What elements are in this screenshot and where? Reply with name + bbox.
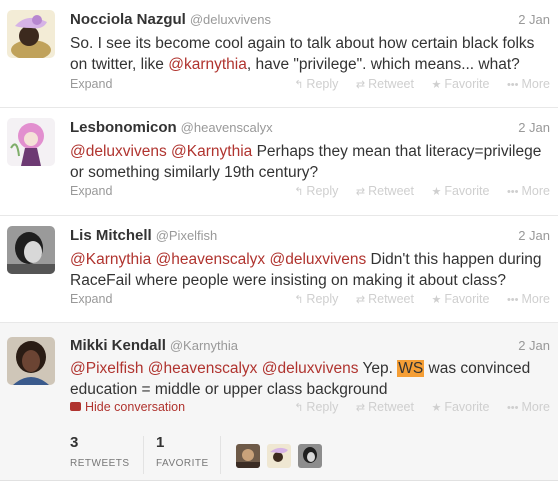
reply-arrow-icon: ↰ bbox=[294, 79, 304, 91]
reply-button[interactable]: ↰ Reply bbox=[294, 400, 338, 414]
star-icon: ★ bbox=[431, 402, 442, 414]
author-handle[interactable]: @Karnythia bbox=[170, 338, 238, 353]
author-handle[interactable]: @deluxvivens bbox=[190, 12, 271, 27]
retweet-button[interactable]: ⇄ Retweet bbox=[356, 77, 414, 91]
timestamp[interactable]: 2 Jan bbox=[518, 338, 550, 353]
tweet-stats: 3 RETWEETS 1 FAVORITE bbox=[70, 434, 550, 474]
retweets-count: 3 bbox=[70, 434, 79, 451]
avatar[interactable] bbox=[7, 337, 55, 385]
tweet-text: So. I see its become cool again to talk … bbox=[70, 33, 550, 75]
star-icon: ★ bbox=[431, 294, 442, 306]
expand-link[interactable]: Expand bbox=[70, 77, 112, 91]
tweet-text-part: , have "privilege". which means... what? bbox=[246, 56, 520, 73]
retweet-button[interactable]: ⇄ Retweet bbox=[356, 292, 414, 306]
ellipsis-icon: ••• bbox=[506, 79, 519, 91]
mention-link[interactable]: @deluxvivens bbox=[262, 360, 359, 377]
mention-link[interactable]: @deluxvivens bbox=[70, 143, 167, 160]
reply-button[interactable]: ↰ Reply bbox=[294, 292, 338, 306]
favorites-count: 1 bbox=[156, 434, 165, 451]
author-handle[interactable]: @heavenscalyx bbox=[181, 120, 273, 135]
retweeter-avatar[interactable] bbox=[267, 444, 291, 468]
retweets-label: RETWEETS bbox=[70, 458, 130, 469]
highlighted-text: WS bbox=[397, 360, 425, 377]
reply-arrow-icon: ↰ bbox=[294, 294, 304, 306]
reply-button[interactable]: ↰ Reply bbox=[294, 184, 338, 198]
more-button[interactable]: ••• More bbox=[507, 77, 550, 91]
tweet-text-part: Yep. bbox=[358, 360, 398, 377]
favorite-button[interactable]: ★ Favorite bbox=[431, 77, 489, 91]
reply-arrow-icon: ↰ bbox=[294, 402, 304, 414]
retweet-icon: ⇄ bbox=[355, 402, 366, 414]
hide-conversation-link[interactable]: Hide conversation bbox=[70, 400, 185, 414]
retweeter-avatar[interactable] bbox=[298, 444, 322, 468]
favorites-stat[interactable]: 1 FAVORITE bbox=[156, 434, 209, 469]
retweeter-avatar[interactable] bbox=[236, 444, 260, 468]
retweet-icon: ⇄ bbox=[355, 294, 366, 306]
mention-link[interactable]: @heavenscalyx bbox=[156, 251, 266, 268]
tweet-text: @Karnythia @heavenscalyx @deluxvivens Di… bbox=[70, 249, 550, 291]
more-button[interactable]: ••• More bbox=[507, 400, 550, 414]
divider bbox=[220, 436, 221, 474]
retweet-icon: ⇄ bbox=[355, 79, 366, 91]
favorites-label: FAVORITE bbox=[156, 458, 209, 469]
retweet-button[interactable]: ⇄ Retweet bbox=[356, 184, 414, 198]
star-icon: ★ bbox=[431, 79, 442, 91]
author-name[interactable]: Lis Mitchell bbox=[70, 227, 152, 244]
more-button[interactable]: ••• More bbox=[507, 292, 550, 306]
tweet-1[interactable]: Nocciola Nazgul @deluxvivens 2 Jan So. I … bbox=[0, 0, 558, 108]
avatar[interactable] bbox=[7, 226, 55, 274]
expand-link[interactable]: Expand bbox=[70, 292, 112, 306]
avatar[interactable] bbox=[7, 10, 55, 58]
mention-link[interactable]: @heavenscalyx bbox=[148, 360, 258, 377]
ellipsis-icon: ••• bbox=[506, 294, 519, 306]
tweet-2[interactable]: Lesbonomicon @heavenscalyx 2 Jan @deluxvi… bbox=[0, 108, 558, 216]
divider bbox=[143, 436, 144, 474]
tweet-3[interactable]: Lis Mitchell @Pixelfish 2 Jan @Karnythia … bbox=[0, 216, 558, 323]
avatar[interactable] bbox=[7, 118, 55, 166]
favorite-button[interactable]: ★ Favorite bbox=[431, 292, 489, 306]
conversation-bubble-icon bbox=[70, 402, 81, 411]
author-name[interactable]: Nocciola Nazgul bbox=[70, 11, 186, 28]
mention-link[interactable]: @Karnythia bbox=[171, 143, 252, 160]
ellipsis-icon: ••• bbox=[506, 402, 519, 414]
author-name[interactable]: Mikki Kendall bbox=[70, 337, 166, 354]
reply-arrow-icon: ↰ bbox=[294, 186, 304, 198]
mention-link[interactable]: @Pixelfish bbox=[70, 360, 143, 377]
timestamp[interactable]: 2 Jan bbox=[518, 120, 550, 135]
more-button[interactable]: ••• More bbox=[507, 184, 550, 198]
favorite-button[interactable]: ★ Favorite bbox=[431, 184, 489, 198]
timestamp[interactable]: 2 Jan bbox=[518, 228, 550, 243]
ellipsis-icon: ••• bbox=[506, 186, 519, 198]
star-icon: ★ bbox=[431, 186, 442, 198]
tweet-text: @Pixelfish @heavenscalyx @deluxvivens Ye… bbox=[70, 358, 550, 400]
mention-link[interactable]: @deluxvivens bbox=[270, 251, 367, 268]
expand-link[interactable]: Expand bbox=[70, 184, 112, 198]
timestamp[interactable]: 2 Jan bbox=[518, 12, 550, 27]
author-name[interactable]: Lesbonomicon bbox=[70, 119, 177, 136]
author-handle[interactable]: @Pixelfish bbox=[156, 228, 218, 243]
retweet-button[interactable]: ⇄ Retweet bbox=[356, 400, 414, 414]
tweet-text: @deluxvivens @Karnythia Perhaps they mea… bbox=[70, 141, 550, 183]
favorite-button[interactable]: ★ Favorite bbox=[431, 400, 489, 414]
mention-link[interactable]: @karnythia bbox=[168, 56, 247, 73]
retweets-stat[interactable]: 3 RETWEETS bbox=[70, 434, 130, 469]
retweet-icon: ⇄ bbox=[355, 186, 366, 198]
mention-link[interactable]: @Karnythia bbox=[70, 251, 151, 268]
reply-button[interactable]: ↰ Reply bbox=[294, 77, 338, 91]
